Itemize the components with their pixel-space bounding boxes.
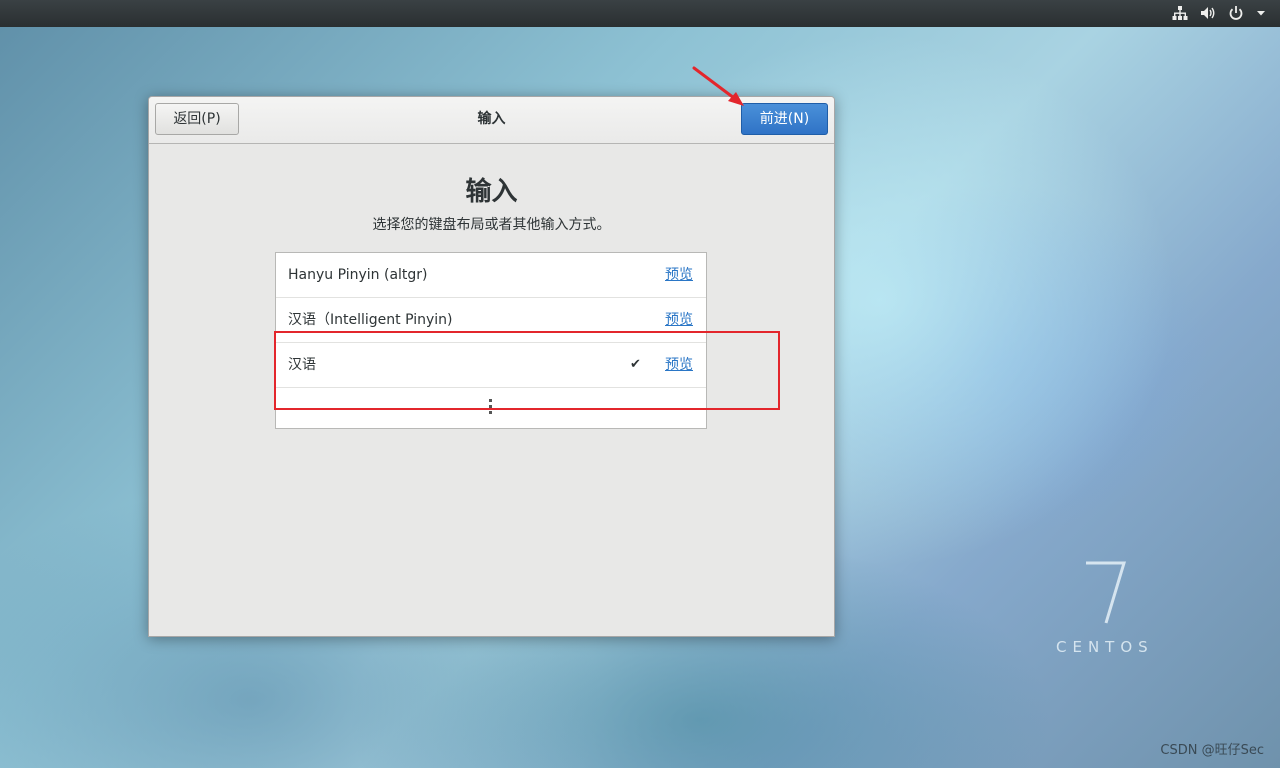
input-source-list: Hanyu Pinyin (altgr) 预览 汉语（Intelligent P…: [275, 252, 707, 429]
power-icon: [1228, 5, 1244, 21]
input-source-name: Hanyu Pinyin (altgr): [288, 267, 428, 283]
page-subtitle: 选择您的键盘布局或者其他输入方式。: [372, 217, 611, 233]
centos-seven-logo-icon: [1086, 561, 1127, 624]
input-source-name: 汉语: [288, 357, 316, 373]
network-icon: [1172, 5, 1188, 21]
installer-window: 返回(P) 输入 前进(N) 输入 选择您的键盘布局或者其他输入方式。 Hany…: [148, 96, 835, 637]
top-panel: [0, 0, 1280, 27]
list-item[interactable]: 汉语（Intelligent Pinyin) 预览: [276, 298, 706, 343]
more-vertical-icon[interactable]: [489, 399, 493, 415]
list-item[interactable]: Hanyu Pinyin (altgr) 预览: [276, 253, 706, 298]
volume-icon: [1200, 5, 1216, 21]
annotation-arrow-icon: [692, 66, 744, 106]
input-source-name: 汉语（Intelligent Pinyin): [288, 312, 453, 328]
chevron-down-icon: [1256, 8, 1266, 18]
page-title: 输入: [465, 177, 518, 207]
next-button[interactable]: 前进(N): [741, 103, 828, 135]
system-status-area[interactable]: [1172, 4, 1266, 22]
preview-link[interactable]: 预览: [665, 298, 693, 342]
list-item-selected[interactable]: 汉语 ✔ 预览: [276, 343, 706, 388]
back-button[interactable]: 返回(P): [155, 103, 239, 135]
preview-link[interactable]: 预览: [665, 343, 693, 387]
watermark-text: CSDN @旺仔Sec: [1160, 743, 1264, 758]
centos-brand-text: CENTOS: [1056, 638, 1154, 656]
preview-link[interactable]: 预览: [665, 253, 693, 297]
checkmark-icon: ✔: [630, 357, 641, 372]
